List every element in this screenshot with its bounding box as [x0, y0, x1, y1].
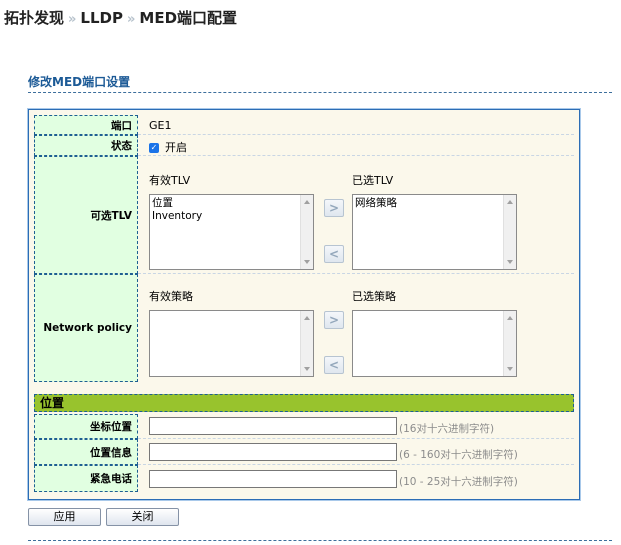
selected-tlv-label: 已选TLV	[352, 174, 394, 187]
port-value: GE1	[149, 119, 172, 132]
available-policy-listbox[interactable]	[149, 310, 314, 377]
list-item[interactable]: 网络策略	[355, 197, 502, 210]
emergency-phone-label: 紧急电话	[34, 465, 138, 492]
row-location-info: 位置信息 (6 - 160对十六进制字符)	[34, 439, 574, 465]
section-title: 修改MED端口设置	[28, 75, 131, 89]
row-tlv: 可选TLV 有效TLV 位置 Inventory > < 已选TLV 网络策略	[34, 156, 574, 274]
breadcrumb: 拓扑发现» LLDP» MED端口配置	[4, 7, 237, 28]
scroll-down-icon[interactable]	[304, 367, 310, 371]
coord-location-input[interactable]	[149, 417, 397, 435]
row-emergency-phone: 紧急电话 (10 - 25对十六进制字符)	[34, 465, 574, 492]
selected-policy-listbox[interactable]	[352, 310, 517, 377]
scroll-down-icon[interactable]	[304, 260, 310, 264]
list-item[interactable]: 位置	[152, 197, 299, 210]
coord-location-hint: (16对十六进制字符)	[399, 423, 495, 435]
status-checkbox[interactable]: ✓	[149, 143, 159, 153]
status-value: ✓ 开启	[149, 139, 187, 155]
section-divider-bottom	[28, 540, 612, 541]
available-policy-label: 有效策略	[149, 290, 193, 303]
breadcrumb-topology[interactable]: 拓扑发现	[4, 9, 64, 27]
breadcrumb-separator-1: »	[68, 12, 77, 27]
available-tlv-label: 有效TLV	[149, 174, 191, 187]
close-button[interactable]: 关闭	[106, 508, 179, 526]
scrollbar[interactable]	[300, 195, 313, 269]
scroll-down-icon[interactable]	[507, 367, 513, 371]
scroll-up-icon[interactable]	[507, 316, 513, 320]
scroll-up-icon[interactable]	[304, 316, 310, 320]
tlv-move-right-button[interactable]: >	[324, 199, 344, 217]
breadcrumb-lldp[interactable]: LLDP	[80, 9, 123, 27]
available-tlv-listbox[interactable]: 位置 Inventory	[149, 194, 314, 270]
coord-location-label: 坐标位置	[34, 414, 138, 439]
port-label: 端口	[34, 115, 138, 135]
location-info-hint: (6 - 160对十六进制字符)	[399, 449, 518, 461]
scrollbar[interactable]	[503, 311, 516, 376]
scroll-down-icon[interactable]	[507, 260, 513, 264]
location-section-header: 位置	[34, 394, 574, 412]
location-info-label: 位置信息	[34, 439, 138, 465]
row-status: 状态 ✓ 开启	[34, 135, 574, 156]
status-checkbox-label[interactable]: 开启	[165, 141, 187, 154]
emergency-phone-hint: (10 - 25对十六进制字符)	[399, 476, 518, 488]
list-item[interactable]: Inventory	[152, 210, 299, 223]
policy-move-right-button[interactable]: >	[324, 311, 344, 329]
breadcrumb-separator-2: »	[126, 12, 136, 27]
row-network-policy: Network policy 有效策略 > < 已选策略	[34, 274, 574, 382]
selected-policy-label: 已选策略	[352, 290, 396, 303]
emergency-phone-input[interactable]	[149, 470, 397, 488]
network-policy-label: Network policy	[34, 274, 138, 382]
location-info-input[interactable]	[149, 443, 397, 461]
tlv-label: 可选TLV	[34, 156, 138, 274]
apply-button[interactable]: 应用	[28, 508, 101, 526]
row-coord-location: 坐标位置 (16对十六进制字符)	[34, 414, 574, 439]
scrollbar[interactable]	[503, 195, 516, 269]
section-divider-top	[28, 92, 612, 93]
breadcrumb-med-port-config: MED端口配置	[139, 9, 238, 27]
scrollbar[interactable]	[300, 311, 313, 376]
selected-tlv-listbox[interactable]: 网络策略	[352, 194, 517, 270]
med-port-form: 端口 GE1 状态 ✓ 开启 可选TLV 有效TLV 位置 Inventory >…	[28, 109, 580, 500]
row-port: 端口 GE1	[34, 115, 574, 135]
tlv-move-left-button[interactable]: <	[324, 245, 344, 263]
scroll-up-icon[interactable]	[304, 200, 310, 204]
scroll-up-icon[interactable]	[507, 200, 513, 204]
status-label: 状态	[34, 135, 138, 156]
policy-move-left-button[interactable]: <	[324, 356, 344, 374]
